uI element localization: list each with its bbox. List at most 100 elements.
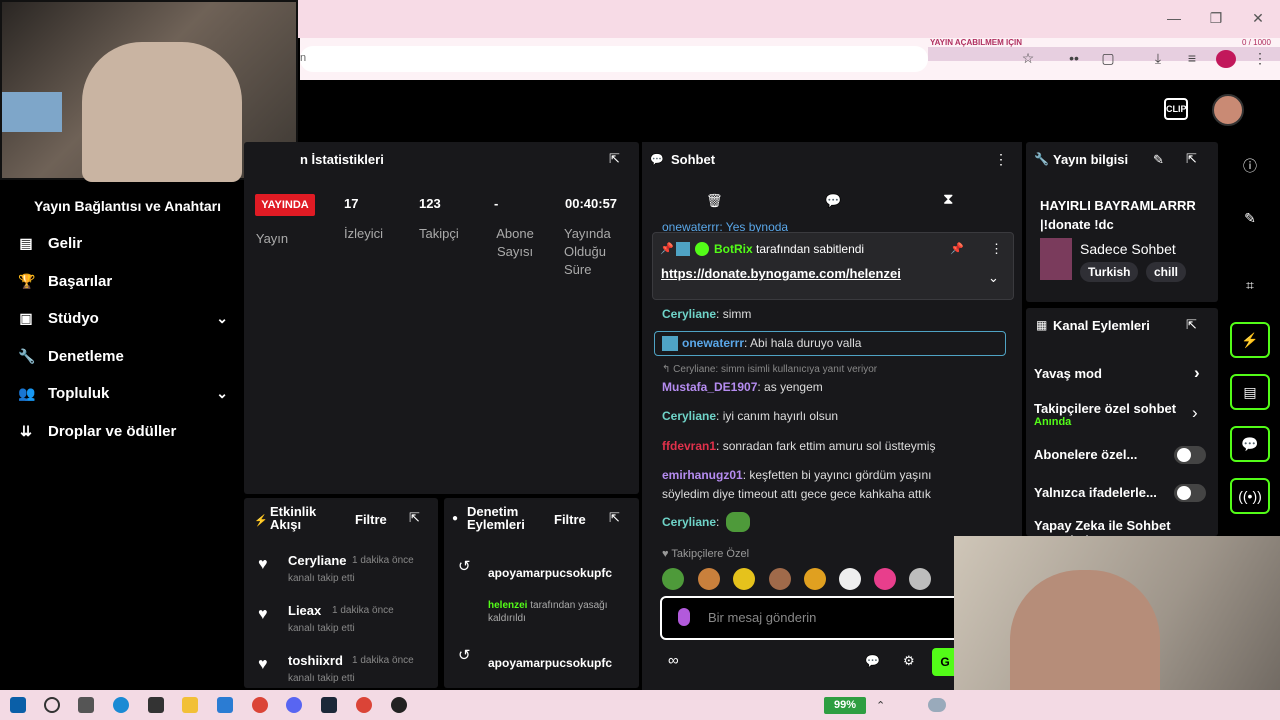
steam-icon[interactable] xyxy=(321,697,337,713)
edge-icon[interactable] xyxy=(113,697,129,713)
clip-icon[interactable]: CLIP xyxy=(1164,98,1188,120)
popout-icon[interactable]: ⇱ xyxy=(409,510,420,526)
popout-icon[interactable]: ⇱ xyxy=(609,510,620,526)
tag[interactable]: Turkish xyxy=(1080,262,1139,282)
more-icon[interactable]: ⋮ xyxy=(994,151,1008,168)
trash-icon[interactable]: 🗑 xyxy=(706,193,723,209)
pepe-emote-icon xyxy=(726,512,750,532)
subs-only-toggle[interactable] xyxy=(1174,446,1206,464)
edit-icon[interactable]: ✎ xyxy=(1153,152,1164,168)
sidebar-item-droplar[interactable]: ⇊ Droplar ve ödüller xyxy=(18,419,228,443)
hourglass-icon[interactable]: ⧗ xyxy=(943,191,954,208)
category-thumbnail xyxy=(1040,238,1072,280)
quick-action-bolt[interactable]: ⚡ xyxy=(1230,322,1270,358)
shield-icon: ● xyxy=(452,513,459,524)
windows-start-icon[interactable] xyxy=(10,697,26,713)
sidebar-item-topluluk[interactable]: 👥 Topluluk ⌄ xyxy=(18,381,228,405)
pencil-icon[interactable]: ✎ xyxy=(1240,210,1260,230)
quick-action-notes[interactable]: ▤ xyxy=(1230,374,1270,410)
chevron-up-icon[interactable]: ⌃ xyxy=(876,699,885,712)
screenshot-icon[interactable]: ⌗ xyxy=(1240,277,1260,297)
avatar[interactable] xyxy=(1212,94,1244,126)
mail-icon[interactable] xyxy=(217,697,233,713)
chat-bubble-icon[interactable]: 💬 xyxy=(865,654,880,668)
chat-message: onewaterrr: Abi hala duruyo valla xyxy=(682,336,862,350)
sidebar-item-studyo[interactable]: ▣ Stüdyo ⌄ xyxy=(18,306,228,330)
chat-settings-icon[interactable]: 💬 xyxy=(825,193,841,209)
activity-time: 1 dakika önce xyxy=(352,655,414,666)
chrome-active-icon[interactable] xyxy=(356,697,372,713)
drops-icon: ⇊ xyxy=(20,423,32,439)
sidebar-item-gelir[interactable]: ▤ Gelir xyxy=(18,231,228,255)
emote-heart-icon[interactable] xyxy=(874,568,896,590)
star-icon[interactable]: ☆ xyxy=(1018,50,1038,68)
gear-icon[interactable]: ⚙ xyxy=(903,653,915,669)
folder-icon[interactable] xyxy=(182,697,198,713)
obs-icon[interactable] xyxy=(391,697,407,713)
chat-message-continued: söyledim diye timeout attı gece gece kah… xyxy=(662,487,931,501)
activity-name: Ceryliane xyxy=(288,553,347,568)
chat-bubble-icon: 💬 xyxy=(650,154,664,166)
download-icon[interactable]: ⤓ xyxy=(1148,50,1168,68)
more-icon[interactable]: ⋮ xyxy=(990,241,1003,257)
minimize-icon[interactable]: — xyxy=(1164,10,1184,28)
close-icon[interactable]: ✕ xyxy=(1248,10,1268,28)
followers-only-row[interactable]: Takipçilere özel sohbet Anında xyxy=(1034,401,1184,428)
address-input[interactable]: n xyxy=(300,46,928,72)
emote-banana-icon[interactable] xyxy=(733,568,755,590)
chevron-down-icon[interactable]: ⌄ xyxy=(988,270,999,286)
tag[interactable]: chill xyxy=(1146,262,1187,282)
microphone-icon[interactable] xyxy=(678,608,690,626)
bot-badge-icon xyxy=(662,336,678,351)
slow-mode-row[interactable]: Yavaş mod › xyxy=(1034,363,1210,382)
task-view-icon[interactable] xyxy=(78,697,94,713)
chevron-down-icon: ⌄ xyxy=(216,384,228,401)
sidebar-item-denetleme[interactable]: 🔧 Denetleme xyxy=(18,344,228,368)
popout-icon[interactable]: ⇱ xyxy=(1186,151,1197,167)
activity-filter-button[interactable]: Filtre xyxy=(355,512,387,527)
sidebar-item-basarilar[interactable]: 🏆 Başarılar xyxy=(18,269,228,293)
store-icon[interactable] xyxy=(148,697,164,713)
quick-action-chat[interactable]: 💬 xyxy=(1230,426,1270,462)
chat-message: ffdevran1: sonradan fark ettim amuru sol… xyxy=(662,439,936,453)
emotes-only-toggle[interactable] xyxy=(1174,484,1206,502)
extension-icon[interactable]: •• xyxy=(1064,50,1084,68)
uptime-value: 00:40:57 xyxy=(565,196,618,211)
maximize-icon[interactable]: ❐ xyxy=(1206,10,1226,28)
info-icon[interactable]: ⓘ xyxy=(1240,156,1260,176)
search-icon[interactable] xyxy=(44,697,60,713)
emote-man-icon[interactable] xyxy=(769,568,791,590)
ai-moderation-row[interactable]: Yapay Zeka ile Sohbet Denetimi xyxy=(1034,518,1184,536)
emote-cat-icon[interactable] xyxy=(909,568,931,590)
tab-icon[interactable]: ▢ xyxy=(1098,50,1118,68)
discord-icon[interactable] xyxy=(286,697,302,713)
media-icon[interactable]: ≡ xyxy=(1182,50,1202,68)
subs-value: - xyxy=(494,196,499,211)
viewers-label: İzleyici xyxy=(344,226,384,241)
stream-title: HAYIRLI BAYRAMLARRR |!donate !dc xyxy=(1040,198,1196,232)
modlog-filter-button[interactable]: Filtre xyxy=(554,512,586,527)
chevron-right-icon[interactable]: › xyxy=(1192,403,1198,423)
emote-dog-icon[interactable] xyxy=(698,568,720,590)
profile-extension-icon[interactable] xyxy=(1216,50,1236,68)
quick-action-broadcast[interactable]: ((•)) xyxy=(1230,478,1270,514)
stats-title: n İstatistikleri xyxy=(300,152,384,167)
revenue-icon: ▤ xyxy=(19,235,33,251)
undo-icon: ↺ xyxy=(458,647,471,664)
chrome-icon[interactable] xyxy=(252,697,268,713)
popout-icon[interactable]: ⇱ xyxy=(609,151,620,167)
emote-picker-icon[interactable]: ∞ xyxy=(668,652,679,669)
activity-time: 1 dakika önce xyxy=(352,555,414,566)
emote-pepe-icon[interactable] xyxy=(662,568,684,590)
studio-icon: ▣ xyxy=(19,310,33,326)
cloud-icon[interactable] xyxy=(928,698,946,712)
unpin-icon[interactable]: 📌 xyxy=(950,242,964,255)
popout-icon[interactable]: ⇱ xyxy=(1186,317,1197,333)
followers-label: Takipçi xyxy=(419,226,459,241)
sidebar-stream-key-link[interactable]: Yayın Bağlantısı ve Anahtarı xyxy=(34,198,221,214)
emote-ks-icon[interactable] xyxy=(804,568,826,590)
emote-skull-icon[interactable] xyxy=(839,568,861,590)
pinned-link[interactable]: https://donate.bynogame.com/helenzei xyxy=(661,266,901,281)
menu-icon[interactable]: ⋮ xyxy=(1250,50,1270,68)
info-title: Yayın bilgisi xyxy=(1053,152,1129,167)
